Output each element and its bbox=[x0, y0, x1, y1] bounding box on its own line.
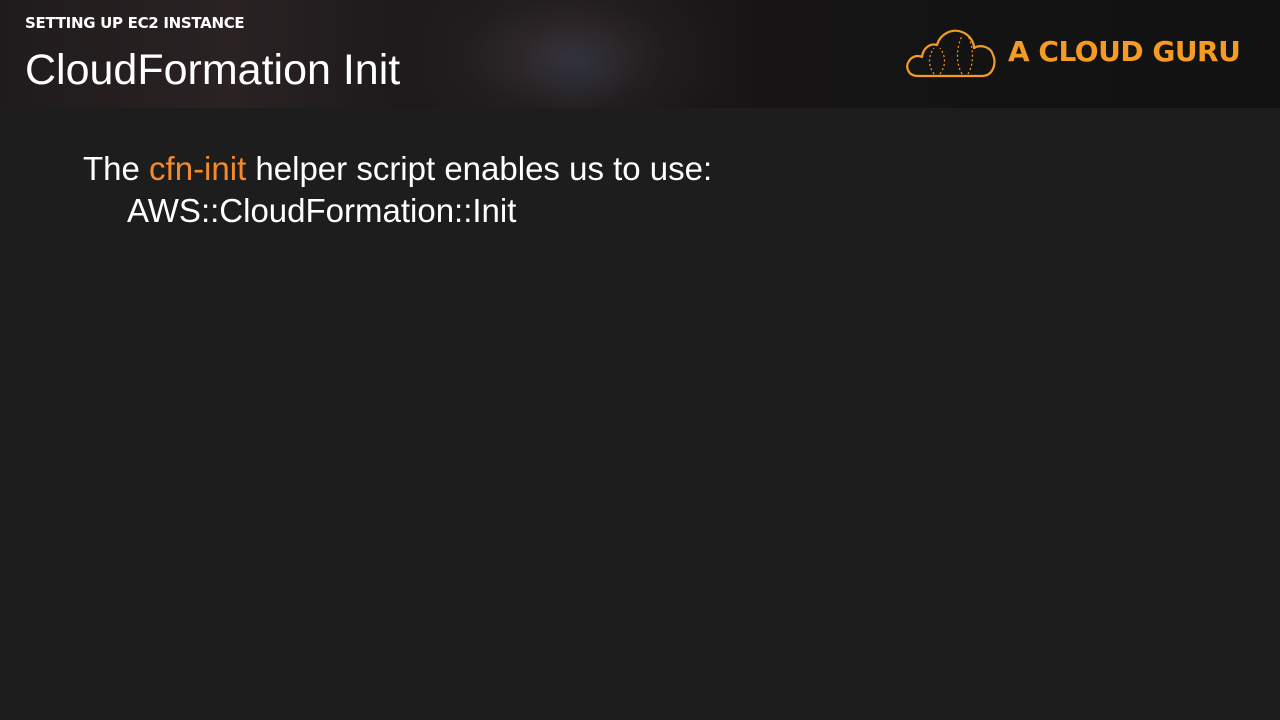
slide-body: The cfn-init helper script enables us to… bbox=[83, 148, 712, 232]
brand-logo-text: A CLOUD GURU bbox=[1008, 35, 1241, 68]
cfn-init-highlight: cfn-init bbox=[149, 150, 247, 187]
body-line-2: AWS::CloudFormation::Init bbox=[127, 192, 517, 229]
section-label: SETTING UP EC2 INSTANCE bbox=[25, 14, 245, 32]
body-line-1-suffix: helper script enables us to use: bbox=[246, 150, 713, 187]
header-background-photo-detail bbox=[520, 20, 640, 108]
cloud-icon bbox=[906, 29, 996, 78]
header-banner: SETTING UP EC2 INSTANCE CloudFormation I… bbox=[0, 0, 1280, 108]
brand-logo: A CLOUD GURU bbox=[904, 26, 1244, 82]
body-line-1-prefix: The bbox=[83, 150, 150, 187]
page-title: CloudFormation Init bbox=[25, 46, 401, 94]
body-line-1: The cfn-init helper script enables us to… bbox=[83, 148, 712, 190]
slide: SETTING UP EC2 INSTANCE CloudFormation I… bbox=[0, 0, 1280, 720]
